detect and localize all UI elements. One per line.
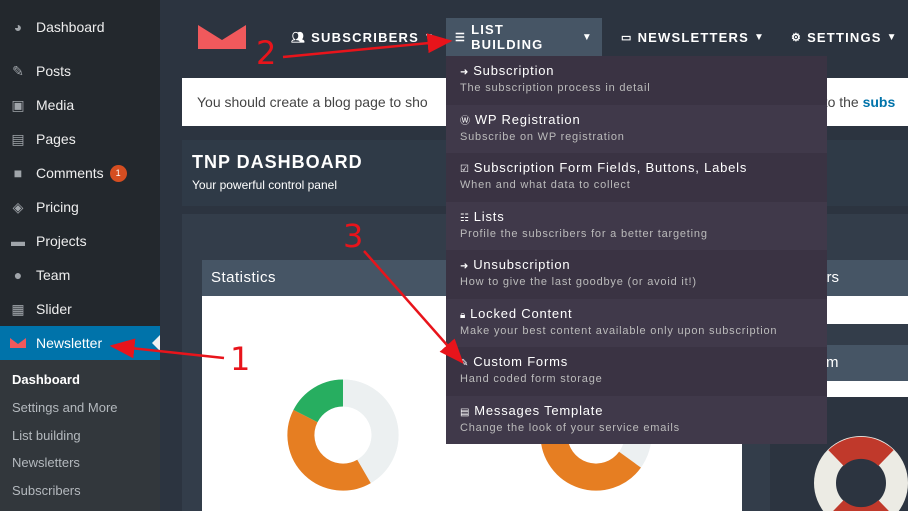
arrow-1	[109, 338, 225, 360]
annotation-arrows	[109, 33, 464, 364]
arrow-2	[282, 33, 453, 59]
arrow-3	[363, 250, 464, 364]
annotation-number-3: 3	[343, 217, 364, 255]
annotation-number-2: 2	[256, 34, 277, 72]
annotation-number-1: 1	[230, 340, 251, 378]
